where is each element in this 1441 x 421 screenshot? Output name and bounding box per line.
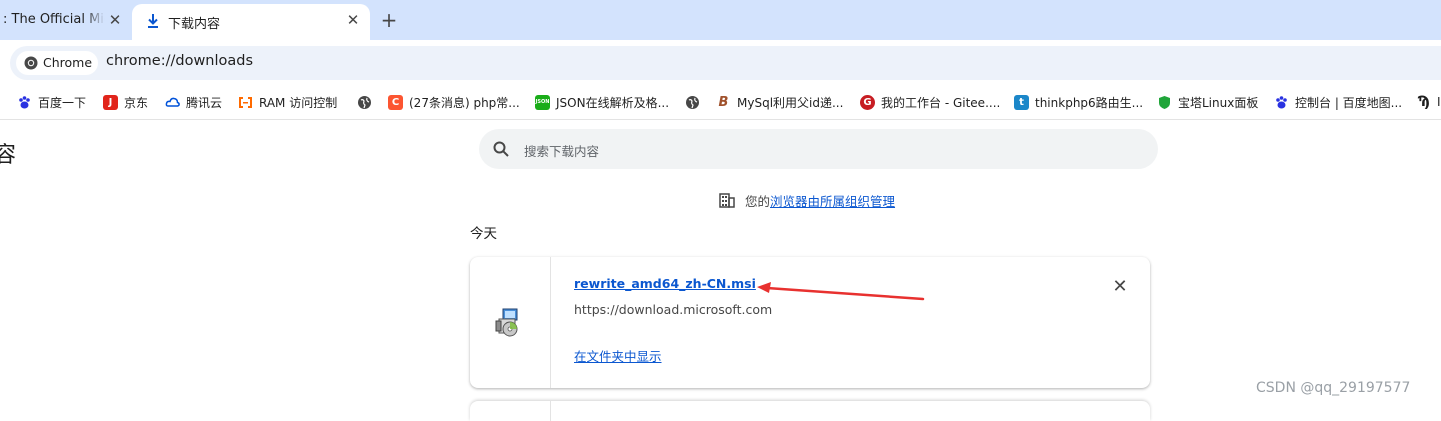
jd-icon: J: [103, 94, 118, 110]
divider: [550, 401, 551, 421]
globe-icon: [358, 95, 371, 109]
download-icon: [148, 14, 158, 28]
csdn-icon: C: [388, 94, 403, 110]
download-item: [470, 401, 1150, 421]
bookmark-thinkphp[interactable]: t thinkphp6路由生...: [1014, 93, 1143, 111]
bookmark-overflow[interactable]: Ϡ I: [1416, 93, 1441, 111]
bookmark-label: 我的工作台 - Gitee....: [881, 95, 1001, 110]
gitee-icon: G: [860, 94, 875, 110]
url-text[interactable]: chrome://downloads: [106, 53, 253, 69]
msi-installer-icon: [495, 308, 518, 337]
file-name-link[interactable]: rewrite_amd64_zh-CN.msi: [574, 276, 756, 291]
search-input[interactable]: 搜索下载内容: [524, 141, 599, 160]
bookmark-jd[interactable]: J 京东: [103, 93, 148, 111]
chip-label: Chrome: [43, 55, 93, 70]
bt-shield-icon: [1159, 95, 1170, 109]
download-item: rewrite_amd64_zh-CN.msi https://download…: [470, 257, 1150, 388]
thinkphp-icon: t: [1014, 94, 1029, 110]
bookmark-label: JSON在线解析及格...: [556, 95, 670, 110]
aliyun-icon: [239, 96, 252, 108]
bookmark-label: 京东: [124, 95, 149, 110]
bookmark-gitee[interactable]: G 我的工作台 - Gitee....: [860, 93, 1000, 111]
bookmark-ram[interactable]: RAM 访问控制: [238, 93, 337, 111]
page-title: 容: [0, 143, 17, 168]
baidu-paw-icon: [19, 95, 30, 108]
site-info-chip[interactable]: Chrome: [16, 51, 98, 75]
search-downloads[interactable]: 搜索下载内容: [479, 129, 1158, 169]
tab-title: 下载内容: [168, 17, 221, 32]
bookmark-label: 百度一下: [38, 95, 87, 110]
close-icon[interactable]: ✕: [1111, 278, 1129, 296]
divider: [550, 257, 551, 388]
bookmark-baidu-map[interactable]: 控制台 | 百度地图...: [1274, 93, 1402, 111]
bookmark-csdn[interactable]: C (27条消息) php常...: [388, 93, 520, 111]
building-icon: [719, 193, 735, 208]
bookmark-bt[interactable]: 宝塔Linux面板: [1157, 93, 1258, 111]
tab-strip: : The Official Mic ✕ 下载内容 ✕ +: [0, 0, 1441, 40]
json-icon: JSON: [535, 94, 550, 110]
close-icon[interactable]: ✕: [107, 12, 123, 28]
managed-notice: 您的 浏览器由所属组织管理: [719, 190, 895, 210]
toolbar: Chrome chrome://downloads: [0, 40, 1441, 85]
managed-link[interactable]: 浏览器由所属组织管理: [770, 191, 895, 210]
date-header: 今天: [470, 226, 497, 242]
bookmark-label: RAM 访问控制: [259, 95, 338, 110]
bookmark-json[interactable]: JSON JSON在线解析及格...: [535, 93, 669, 111]
annotation-arrow: [757, 282, 925, 301]
tab-microsoft[interactable]: : The Official Mic ✕: [0, 0, 130, 40]
bookmark-globe-2[interactable]: [685, 93, 706, 111]
bookmark-label: 宝塔Linux面板: [1178, 95, 1259, 110]
tab-downloads[interactable]: 下载内容 ✕: [132, 4, 370, 40]
search-icon: [493, 141, 509, 157]
bookmark-label: I: [1437, 95, 1441, 109]
managed-prefix: 您的: [745, 193, 771, 209]
edge-icon: Ϡ: [1417, 93, 1430, 110]
watermark: CSDN @qq_29197577: [1256, 380, 1411, 396]
bookmark-label: thinkphp6路由生...: [1035, 95, 1144, 110]
tencent-cloud-icon: [165, 97, 180, 107]
chrome-icon: [24, 56, 38, 70]
show-in-folder-link[interactable]: 在文件夹中显示: [574, 346, 662, 365]
bookmark-globe[interactable]: [357, 93, 378, 111]
mysql-icon: B: [716, 94, 731, 110]
source-url: https://download.microsoft.com: [574, 302, 773, 317]
close-icon[interactable]: ✕: [345, 12, 361, 28]
new-tab-button[interactable]: +: [379, 10, 399, 30]
bookmark-baidu[interactable]: 百度一下: [17, 93, 86, 111]
address-bar[interactable]: Chrome chrome://downloads: [10, 46, 1441, 80]
bookmark-label: MySql利用父id递...: [737, 95, 844, 110]
bookmark-tencent-cloud[interactable]: 腾讯云: [165, 93, 222, 111]
tab-title: : The Official Mic: [3, 12, 105, 27]
globe-icon: [686, 95, 699, 109]
bookmark-label: 控制台 | 百度地图...: [1295, 95, 1403, 110]
baidu-map-icon: [1276, 95, 1287, 108]
bookmark-label: (27条消息) php常...: [409, 95, 520, 110]
bookmark-label: 腾讯云: [186, 95, 223, 110]
bookmarks-bar: 百度一下 J 京东 腾讯云 RAM 访问控制 C (27条消息) php常...…: [0, 85, 1441, 120]
bookmark-mysql[interactable]: B MySql利用父id递...: [716, 93, 843, 111]
